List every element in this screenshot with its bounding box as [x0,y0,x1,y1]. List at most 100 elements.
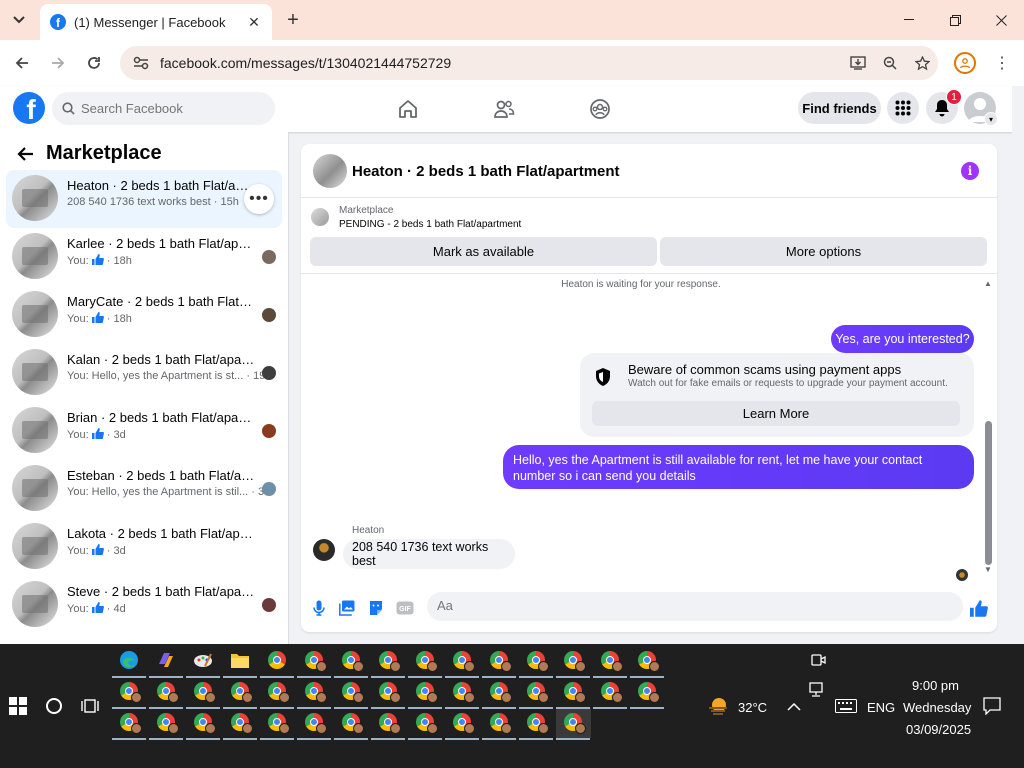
copilot-icon[interactable] [149,649,183,678]
chrome-icon[interactable] [260,649,294,678]
chrome-profile-icon[interactable] [260,680,294,709]
chrome-profile-icon[interactable] [408,711,442,740]
chrome-profile-icon[interactable] [519,649,553,678]
chrome-profile-icon[interactable] [482,711,516,740]
message-input-field[interactable] [427,592,963,621]
send-like-button[interactable] [969,598,989,618]
chrome-profile-icon[interactable] [297,649,331,678]
home-nav[interactable] [395,96,421,122]
clock-day[interactable]: Wednesday [903,700,971,715]
chrome-profile-icon[interactable] [408,680,442,709]
more-options-icon[interactable]: ••• [244,184,274,214]
incoming-message[interactable]: 208 540 1736 text works best [343,539,515,569]
chrome-profile-icon[interactable] [556,680,590,709]
facebook-logo-icon[interactable]: f [13,92,45,124]
menu-button[interactable] [887,92,919,124]
conversation-item[interactable]: Karlee · 2 beds 1 bath Flat/apart... You… [6,228,282,286]
meet-now-icon[interactable] [808,650,828,670]
conversation-item[interactable]: MaryCate · 2 beds 1 bath Flat/ap... You:… [6,286,282,344]
edge-icon[interactable] [112,649,146,678]
chrome-profile-icon[interactable] [593,649,627,678]
restore-button[interactable] [932,0,978,40]
browser-profile-icon[interactable] [954,52,976,74]
url-text[interactable]: facebook.com/messages/t/1304021444752729 [160,55,842,71]
outgoing-message[interactable]: Hello, yes the Apartment is still availa… [503,445,974,489]
attach-photo-button[interactable] [337,598,357,618]
keyboard-icon[interactable] [834,696,858,716]
chrome-profile-icon[interactable] [445,711,479,740]
tab-search-button[interactable] [6,8,32,32]
chrome-profile-icon[interactable] [149,680,183,709]
chrome-profile-icon[interactable] [334,649,368,678]
chrome-profile-icon[interactable] [297,711,331,740]
browser-menu-icon[interactable]: ⋮ [992,52,1012,74]
minimize-button[interactable] [886,0,932,40]
show-hidden-icons-chevron-icon[interactable] [784,697,804,717]
chrome-profile-icon[interactable] [223,711,257,740]
task-view-button[interactable] [80,697,100,715]
chrome-profile-icon[interactable] [186,711,220,740]
chrome-profile-icon[interactable] [556,649,590,678]
chrome-profile-icon[interactable] [445,680,479,709]
conversation-item[interactable]: Steve · 2 beds 1 bath Flat/apart... You:… [6,576,282,634]
install-app-icon[interactable] [842,51,874,75]
close-window-button[interactable] [978,0,1024,40]
chrome-profile-icon[interactable] [519,680,553,709]
site-settings-icon[interactable] [132,54,150,72]
paint-app-icon[interactable] [186,649,220,678]
new-tab-button[interactable]: + [282,9,304,31]
chrome-profile-icon[interactable] [223,680,257,709]
page-scrollbar[interactable] [1012,86,1024,644]
chrome-profile-icon[interactable] [445,649,479,678]
search-input[interactable] [81,101,261,116]
chrome-profile-icon[interactable] [371,680,405,709]
chat-listing-avatar[interactable] [313,154,347,188]
account-caret-icon[interactable]: ▾ [984,112,998,126]
sticker-button[interactable] [366,598,386,618]
friends-nav[interactable] [491,96,517,122]
chrome-profile-icon[interactable] [519,711,553,740]
chrome-profile-icon[interactable] [593,680,627,709]
forward-button[interactable] [46,51,70,75]
scroll-down-icon[interactable]: ▼ [984,565,992,574]
conversation-item[interactable]: Brian · 2 beds 1 bath Flat/apart... You:… [6,402,282,460]
browser-tab-messenger[interactable]: f (1) Messenger | Facebook ✕ [40,4,272,40]
info-icon[interactable]: i [961,162,979,180]
voice-clip-button[interactable] [309,598,329,618]
chrome-profile-icon[interactable] [112,680,146,709]
chrome-profile-icon[interactable] [334,711,368,740]
notification-center-icon[interactable] [982,696,1002,716]
chrome-profile-icon[interactable] [630,649,664,678]
thread-scrollbar[interactable]: ▲ ▼ [983,279,993,575]
chrome-profile-icon[interactable] [149,711,183,740]
chrome-profile-icon[interactable] [371,649,405,678]
back-arrow-icon[interactable] [16,146,34,162]
chrome-profile-icon[interactable] [334,680,368,709]
chrome-profile-icon[interactable] [297,680,331,709]
scroll-thumb[interactable] [985,421,992,565]
sender-avatar[interactable] [313,539,335,561]
reload-button[interactable] [82,51,106,75]
scroll-up-icon[interactable]: ▲ [984,279,992,288]
file-explorer-icon[interactable] [223,649,257,678]
gif-button[interactable]: GIF [395,598,415,618]
start-button[interactable] [9,697,27,715]
network-icon[interactable] [808,680,828,700]
chrome-profile-icon[interactable] [408,649,442,678]
chrome-profile-icon[interactable] [482,649,516,678]
conversation-item[interactable]: Kalan · 2 beds 1 bath Flat/apart... You:… [6,344,282,402]
chrome-profile-icon[interactable] [260,711,294,740]
facebook-search[interactable] [52,92,275,125]
mark-as-available-button[interactable]: Mark as available [310,237,657,266]
chrome-profile-icon[interactable] [556,711,590,740]
language-indicator[interactable]: ENG [867,700,895,715]
chrome-profile-icon[interactable] [482,680,516,709]
conversation-item[interactable]: Heaton · 2 beds 1 bath Flat/apartment 20… [6,170,282,228]
groups-nav[interactable] [587,96,613,122]
outgoing-message[interactable]: Yes, are you interested? [831,325,974,353]
chrome-profile-icon[interactable] [112,711,146,740]
conversation-item[interactable]: Esteban · 2 beds 1 bath Flat/apa... You:… [6,460,282,518]
weather-temperature[interactable]: 32°C [738,700,767,715]
clock-date[interactable]: 03/09/2025 [906,722,971,737]
chat-title[interactable]: Heaton · 2 beds 1 bath Flat/apartment [352,163,620,180]
